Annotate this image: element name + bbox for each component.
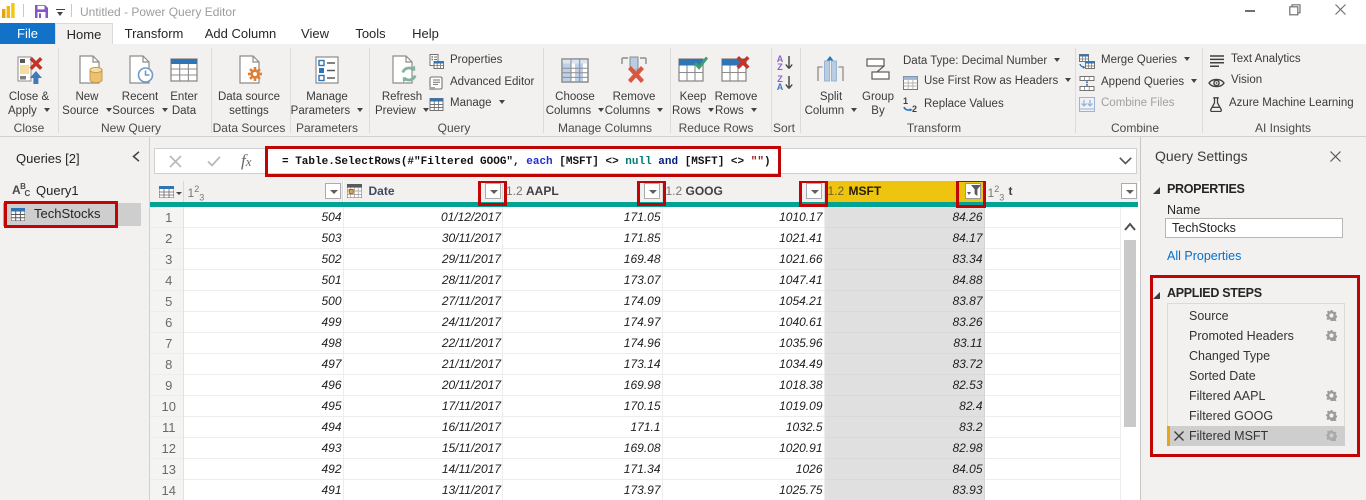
svg-text:2: 2 [912,104,917,113]
svg-text:1: 1 [903,97,908,106]
